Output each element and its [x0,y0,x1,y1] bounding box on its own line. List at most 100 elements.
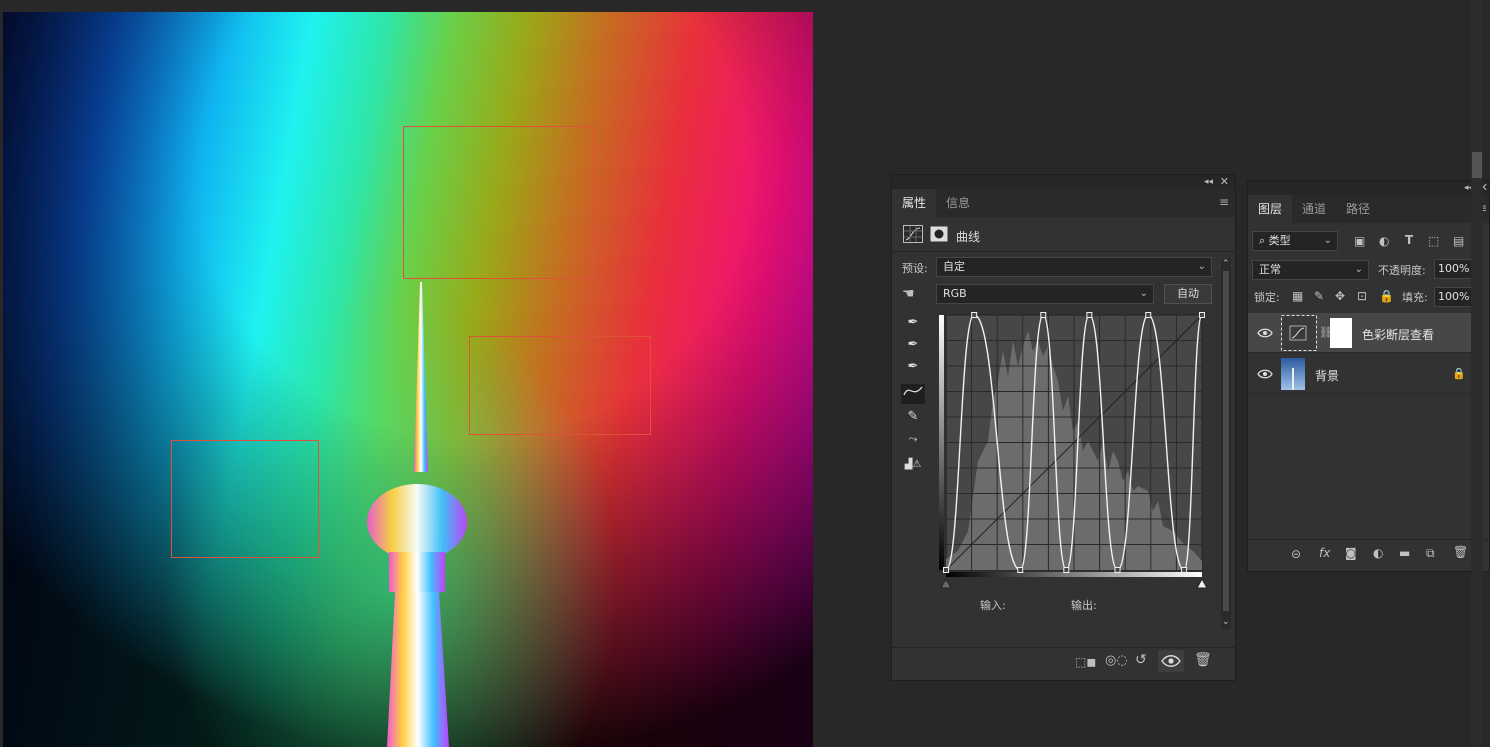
visibility-eye-icon[interactable] [1257,366,1273,382]
delete-icon[interactable]: 🗑 [1194,653,1212,667]
view-previous-state-icon[interactable]: ◎◌ [1105,654,1128,668]
visibility-eye-icon[interactable] [1158,650,1184,672]
scrollbar-thumb[interactable] [1223,271,1229,611]
lock-paint-icon[interactable]: ✎ [1314,289,1324,303]
lock-artboard-icon[interactable]: ⊡ [1357,289,1367,303]
scroll-down-icon[interactable]: ⌄ [1222,615,1230,629]
eyedropper-gray-icon[interactable]: ✒ [901,335,925,355]
filter-shape-icon[interactable]: ⬚ [1428,234,1439,248]
curves-adjustment-icon [1281,315,1317,351]
filter-adjustment-icon[interactable]: ◐ [1379,234,1389,248]
opacity-label: 不透明度: [1378,264,1426,277]
link-layers-icon[interactable]: ⊝ [1291,547,1301,561]
filter-pixel-icon[interactable]: ▣ [1354,234,1365,248]
filter-type-icon[interactable]: T [1405,233,1413,247]
background-image-thumbnail [1281,358,1305,390]
tab-info[interactable]: 信息 [936,189,980,217]
tab-properties[interactable]: 属性 [892,189,937,217]
curve-control-point[interactable] [1040,312,1047,318]
output-label: 输出: [1071,599,1097,612]
selection-rectangle[interactable] [171,440,319,558]
panel-menu-icon[interactable]: ≡ [1219,195,1229,209]
lock-all-icon[interactable]: 🔒 [1379,289,1394,303]
panel-topbar: ◂◂ ✕ [892,175,1235,189]
layer-filter-dropdown[interactable]: ⌕ 类型 ⌄ [1252,231,1338,251]
curve-control-point[interactable] [1086,312,1093,318]
lock-position-icon[interactable]: ✥ [1335,289,1345,303]
tab-layers[interactable]: 图层 [1248,195,1293,223]
layer-name: 背景 [1315,369,1340,383]
layer-row[interactable]: ⛓ 色彩断层查看 [1248,313,1478,353]
adjustment-header: 曲线 [892,217,1235,252]
channel-dropdown[interactable]: RGB ⌄ [936,284,1154,304]
selection-rectangle[interactable] [469,336,651,435]
preset-label: 预设: [902,262,928,275]
new-adjustment-layer-icon[interactable]: ◐ [1373,546,1383,560]
curve-control-point[interactable] [1199,312,1205,318]
clip-to-layer-icon[interactable]: ⬚◼ [1075,655,1096,669]
black-point-slider[interactable] [940,577,952,589]
opacity-input[interactable]: 100% [1434,259,1474,279]
input-gradient-bar [946,572,1202,577]
document-canvas[interactable] [3,12,813,747]
opacity-value: 100% [1438,262,1470,275]
filter-smart-object-icon[interactable]: ▤ [1453,234,1464,248]
lock-transparent-icon[interactable]: ▦ [1292,289,1303,303]
layer-mask-icon[interactable] [930,226,948,242]
chevron-down-icon: ⌄ [1139,288,1148,299]
properties-tabs: 属性 信息 ≡ [892,189,1235,217]
blend-mode-value: 正常 [1259,263,1281,276]
window-scrollbar[interactable] [1471,0,1483,747]
chevron-down-icon: ⌄ [1354,264,1363,275]
close-icon[interactable]: ✕ [1220,175,1229,189]
white-point-slider[interactable] [1196,577,1208,589]
visibility-eye-icon[interactable] [1257,325,1273,341]
layer-name: 色彩断层查看 [1362,328,1435,342]
preset-dropdown[interactable]: 自定 ⌄ [936,257,1212,277]
lock-icon: 🔒 [1452,367,1466,380]
eyedropper-black-icon[interactable]: ✒ [901,313,925,333]
selection-rectangle[interactable] [403,126,594,279]
channel-value: RGB [943,287,967,300]
collapse-icon[interactable]: ◂◂ [1204,175,1213,189]
clipping-warning-icon[interactable]: ▟⚠ [901,455,925,475]
tab-paths[interactable]: 路径 [1336,195,1380,223]
new-layer-icon[interactable]: ⧉ [1426,546,1435,560]
reset-icon[interactable]: ↺ [1135,653,1147,667]
layer-row[interactable]: 背景 🔒 [1248,354,1478,394]
scrollbar-thumb[interactable] [1472,152,1482,178]
blend-mode-dropdown[interactable]: 正常 ⌄ [1252,260,1369,280]
pencil-tool-icon[interactable]: ✎ [901,407,925,427]
target-adjustment-hand-icon[interactable]: ☚ [902,287,915,301]
filter-kind-value: 类型 [1268,234,1291,247]
fill-value: 100% [1438,290,1470,303]
new-group-icon[interactable]: ▬ [1399,546,1410,560]
search-icon: ⌕ [1259,234,1269,247]
eyedropper-white-icon[interactable]: ✒ [901,357,925,377]
smooth-curve-icon[interactable]: ⤳ [901,429,925,449]
lock-label: 锁定: [1254,291,1280,304]
output-gradient-bar [939,315,944,570]
delete-layer-icon[interactable]: 🗑 [1453,545,1468,559]
curve-control-point[interactable] [1114,567,1121,573]
add-mask-icon[interactable]: ◙ [1345,546,1357,560]
layers-bottom-bar: ⊝ fx ◙ ◐ ▬ ⧉ 🗑 [1248,539,1489,568]
properties-scrollbar[interactable]: ⌃ ⌄ [1221,259,1231,629]
panel-topbar: ◂◂ ✕ [1248,181,1489,195]
curve-control-point[interactable] [1145,312,1152,318]
curve-control-point[interactable] [1017,567,1024,573]
curve-control-point[interactable] [943,567,949,573]
curves-adjustment-icon[interactable] [903,225,923,243]
curves-graph[interactable] [938,311,1208,591]
chevron-down-icon: ⌄ [1197,261,1206,272]
layer-mask-thumbnail[interactable] [1330,318,1352,348]
curve-control-point[interactable] [1063,567,1070,573]
scroll-up-icon[interactable]: ⌃ [1222,257,1230,271]
curve-control-point[interactable] [1181,567,1188,573]
tab-channels[interactable]: 通道 [1292,195,1336,223]
fill-input[interactable]: 100% [1434,287,1474,307]
curve-control-point[interactable] [971,312,978,318]
auto-button[interactable]: 自动 [1164,284,1212,304]
curve-point-tool-icon[interactable] [901,384,925,404]
fx-icon[interactable]: fx [1319,546,1330,560]
